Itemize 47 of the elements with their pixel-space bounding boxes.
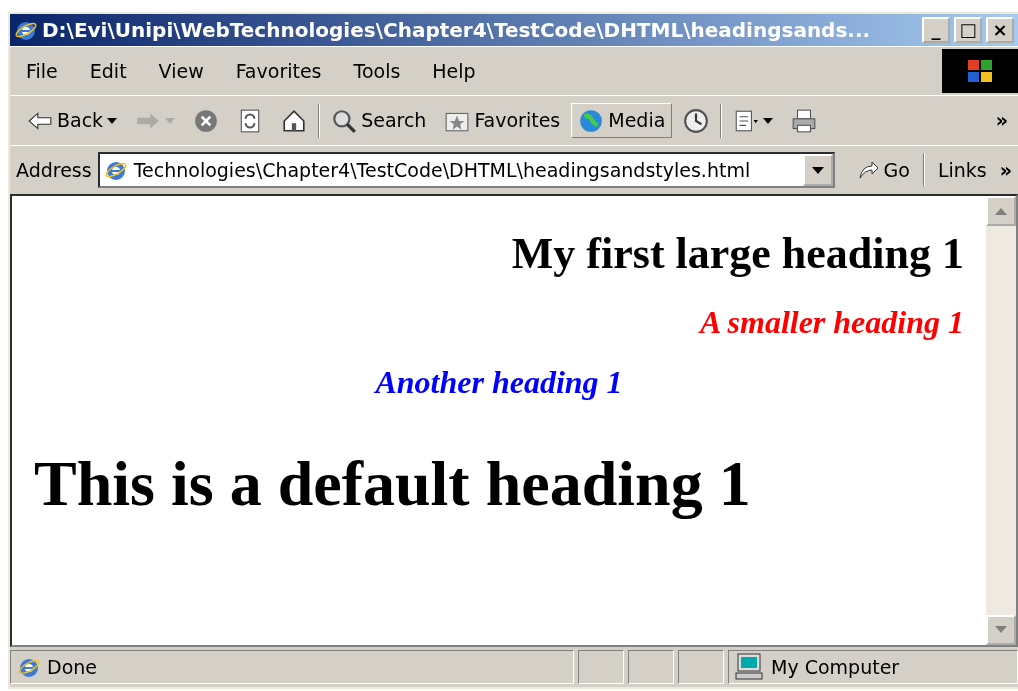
up-arrow-icon [995,207,1007,215]
close-button[interactable]: × [986,17,1014,43]
address-text: Technologies\Chapter4\TestCode\DHTML\headingsandstyles.html [133,157,751,183]
stop-icon [193,107,220,134]
menu-item[interactable]: Tools [337,56,417,86]
heading: Another heading 1 [373,363,624,402]
status-pane [578,650,624,684]
search-button[interactable]: Search [324,103,434,138]
heading: This is a default heading 1 [34,446,752,521]
window-title: D:\Evi\Unipi\WebTechnologies\Chapter4\TestCode\DHTML\headingsands... [42,17,872,44]
address-label: Address [16,157,92,183]
heading: My first large heading 1 [510,228,964,280]
printer-icon [791,107,818,134]
links-button[interactable]: Links [930,152,994,188]
menu-item[interactable]: Edit [73,56,143,86]
scrollbar[interactable] [986,196,1016,645]
menu-item[interactable]: Help [416,56,492,86]
go-button[interactable]: Go [848,152,917,188]
menu-item[interactable]: File [10,56,74,86]
minimize-button[interactable]: _ [922,17,950,43]
caret-icon [107,117,118,124]
more-button[interactable]: » [999,155,1012,185]
clock-icon [683,107,710,134]
globe-icon [578,107,605,134]
menu-item[interactable]: View [142,56,220,86]
down-arrow-icon [995,626,1007,634]
caret-icon [165,117,176,124]
status-pane [628,650,674,684]
zone-text: My Computer [771,654,900,680]
dropdown-button[interactable] [802,154,833,186]
favorites-button[interactable]: Favorites [437,103,568,138]
logo-icon [942,49,1018,93]
caret-icon [811,166,824,174]
scroll-up-button[interactable] [986,196,1016,226]
caret-icon [763,117,774,124]
menu-item[interactable]: Favorites [219,56,338,86]
back-button[interactable]: Back [20,103,125,138]
scroll-down-button[interactable] [986,615,1016,645]
address-field[interactable]: Technologies\Chapter4\TestCode\DHTML\headingsandstyles.html [97,152,835,188]
computer-icon [735,653,765,681]
maximize-button[interactable]: □ [954,17,982,43]
status-pane [678,650,724,684]
media-button[interactable]: Media [571,103,673,138]
heading: A smaller heading 1 [697,302,964,342]
search-icon [331,107,358,134]
status-text: Done [47,654,97,680]
more-button[interactable]: » [995,106,1008,135]
